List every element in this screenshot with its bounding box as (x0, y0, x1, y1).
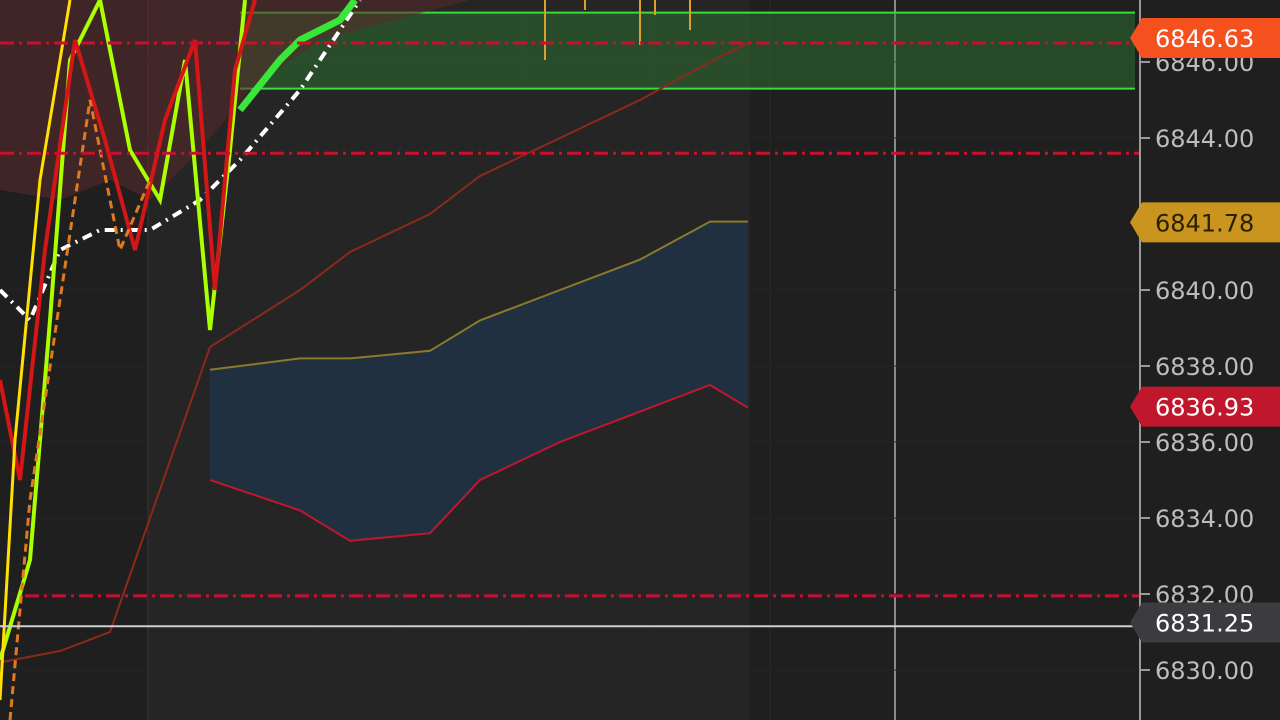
price-badge-label: 6836.93 (1155, 394, 1254, 422)
y-tick-label: 6836.00 (1155, 429, 1254, 457)
trading-chart[interactable]: 6846.00 6844.00 6840.00 6838.00 6836.00 6834.… (0, 0, 1280, 720)
y-tick-label: 6834.00 (1155, 505, 1254, 533)
price-badge: 6846.63 (1130, 18, 1280, 59)
price-badge-label: 6841.78 (1155, 209, 1254, 237)
price-badge-label: 6831.25 (1155, 610, 1254, 638)
price-badge: 6841.78 (1130, 202, 1280, 243)
y-tick-label: 6844.00 (1155, 125, 1254, 153)
chart-canvas[interactable]: 6846.006844.006840.006838.006836.006834.… (0, 0, 1280, 720)
price-badge: 6831.25 (1130, 602, 1280, 643)
y-tick-label: 6830.00 (1155, 657, 1254, 685)
price-badge: 6836.93 (1130, 386, 1280, 427)
price-badges: 6846.63 6841.78 6836.93 6831.25 (1130, 18, 1280, 643)
y-tick-label: 6840.00 (1155, 277, 1254, 305)
price-badge-label: 6846.63 (1155, 25, 1254, 53)
price-axis[interactable]: 6846.006844.006840.006838.006836.006834.… (1140, 49, 1254, 685)
y-tick-label: 6838.00 (1155, 353, 1254, 381)
